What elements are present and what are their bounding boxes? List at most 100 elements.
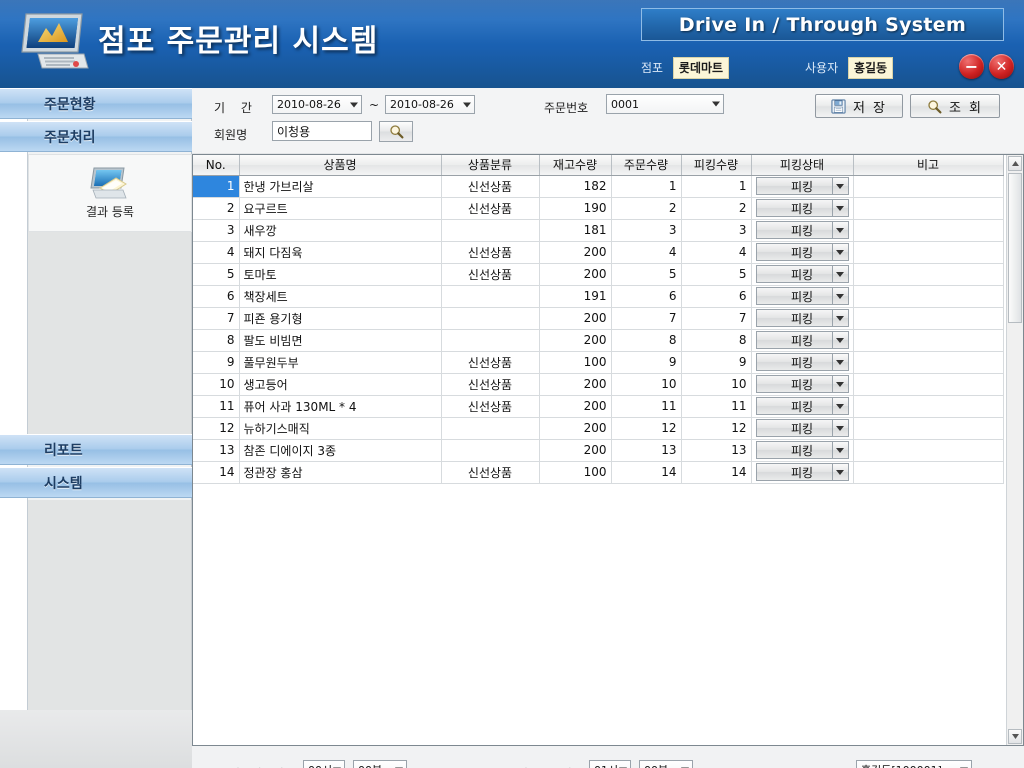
picking-state-combo[interactable]: 피킹 (755, 331, 849, 349)
picking-end-hour-combo[interactable]: 01시 (589, 760, 631, 768)
query-button[interactable]: 조 회 (910, 94, 1000, 118)
cell-category[interactable]: 신선상품 (441, 197, 540, 220)
cell-pick[interactable]: 5 (681, 263, 752, 286)
chevron-down-icon[interactable] (831, 222, 848, 238)
cell-stock[interactable]: 200 (539, 329, 612, 352)
cell-stock[interactable]: 182 (539, 175, 612, 198)
table-row[interactable]: 10 생고등어 신선상품 200 10 10 피킹 (193, 373, 1004, 396)
cell-order[interactable]: 13 (611, 439, 682, 462)
picking-state-combo[interactable]: 피킹 (755, 287, 849, 305)
cell-category[interactable]: 신선상품 (441, 241, 540, 264)
cell-memo[interactable] (853, 461, 1004, 484)
col-memo[interactable]: 비고 (853, 155, 1004, 176)
cell-category[interactable] (441, 219, 540, 242)
picking-state-combo[interactable]: 피킹 (755, 309, 849, 327)
cell-category[interactable]: 신선상품 (441, 351, 540, 374)
cell-pick[interactable]: 14 (681, 461, 752, 484)
cell-memo[interactable] (853, 439, 1004, 462)
table-row[interactable]: 11 퓨어 사과 130ML * 4 신선상품 200 11 11 피킹 (193, 395, 1004, 418)
sidebar-item-system[interactable]: 시스템 (0, 467, 192, 498)
cell-name[interactable]: 새우깡 (239, 219, 442, 242)
cell-category[interactable]: 신선상품 (441, 175, 540, 198)
member-search-button[interactable] (379, 121, 413, 142)
cell-stock[interactable]: 100 (539, 461, 612, 484)
cell-order[interactable]: 1 (611, 175, 682, 198)
cell-stock[interactable]: 181 (539, 219, 612, 242)
sidebar-item-result-register[interactable]: 결과 등록 (28, 154, 192, 232)
sidebar-item-order-status[interactable]: 주문현황 (0, 88, 192, 119)
cell-order[interactable]: 11 (611, 395, 682, 418)
cell-order[interactable]: 9 (611, 351, 682, 374)
picking-end-min-combo[interactable]: 00분 (639, 760, 693, 768)
chevron-down-icon[interactable] (831, 376, 848, 392)
picking-state-combo[interactable]: 피킹 (755, 265, 849, 283)
cell-order[interactable]: 10 (611, 373, 682, 396)
cell-no[interactable]: 1 (193, 175, 240, 198)
cell-order[interactable]: 8 (611, 329, 682, 352)
cell-pick[interactable]: 7 (681, 307, 752, 330)
cell-stock[interactable]: 200 (539, 373, 612, 396)
chevron-down-icon[interactable] (831, 398, 848, 414)
col-product-name[interactable]: 상품명 (239, 155, 442, 176)
picking-start-hour-combo[interactable]: 00시 (303, 760, 345, 768)
picking-state-combo[interactable]: 피킹 (755, 221, 849, 239)
picking-state-combo[interactable]: 피킹 (755, 397, 849, 415)
picking-state-combo[interactable]: 피킹 (755, 353, 849, 371)
cell-pick[interactable]: 11 (681, 395, 752, 418)
cell-stock[interactable]: 191 (539, 285, 612, 308)
picking-state-combo[interactable]: 피킹 (755, 419, 849, 437)
cell-name[interactable]: 토마토 (239, 263, 442, 286)
cell-order[interactable]: 4 (611, 241, 682, 264)
cell-pick[interactable]: 8 (681, 329, 752, 352)
table-row[interactable]: 13 참존 디에이지 3종 200 13 13 피킹 (193, 439, 1004, 462)
table-row[interactable]: 9 풀무원두부 신선상품 100 9 9 피킹 (193, 351, 1004, 374)
table-row[interactable]: 6 책장세트 191 6 6 피킹 (193, 285, 1004, 308)
cell-stock[interactable]: 200 (539, 307, 612, 330)
cell-memo[interactable] (853, 373, 1004, 396)
cell-pick[interactable]: 1 (681, 175, 752, 198)
grid-vertical-scrollbar[interactable] (1006, 155, 1023, 745)
cell-category[interactable] (441, 285, 540, 308)
cell-name[interactable]: 팔도 비빔면 (239, 329, 442, 352)
chevron-down-icon[interactable] (831, 420, 848, 436)
table-row[interactable]: 4 돼지 다짐육 신선상품 200 4 4 피킹 (193, 241, 1004, 264)
date-from-combo[interactable]: 2010-08-26 (272, 95, 362, 114)
cell-no[interactable]: 13 (193, 439, 240, 462)
cell-name[interactable]: 한냉 가브리살 (239, 175, 442, 198)
cell-pick[interactable]: 2 (681, 197, 752, 220)
cell-stock[interactable]: 100 (539, 351, 612, 374)
cell-pick[interactable]: 4 (681, 241, 752, 264)
cell-pick[interactable]: 10 (681, 373, 752, 396)
cell-category[interactable]: 신선상품 (441, 373, 540, 396)
chevron-down-icon[interactable] (831, 244, 848, 260)
cell-pick[interactable]: 3 (681, 219, 752, 242)
date-to-combo[interactable]: 2010-08-26 (385, 95, 475, 114)
chevron-down-icon[interactable] (831, 332, 848, 348)
cell-name[interactable]: 참존 디에이지 3종 (239, 439, 442, 462)
col-stock-qty[interactable]: 재고수량 (539, 155, 612, 176)
cell-category[interactable]: 신선상품 (441, 395, 540, 418)
cell-order[interactable]: 14 (611, 461, 682, 484)
cell-name[interactable]: 뉴하기스매직 (239, 417, 442, 440)
picking-start-min-combo[interactable]: 00분 (353, 760, 407, 768)
cell-memo[interactable] (853, 241, 1004, 264)
cell-no[interactable]: 14 (193, 461, 240, 484)
scroll-down-icon[interactable] (1008, 729, 1022, 744)
cell-category[interactable]: 신선상품 (441, 263, 540, 286)
col-picking-qty[interactable]: 피킹수량 (681, 155, 752, 176)
cell-memo[interactable] (853, 329, 1004, 352)
cell-memo[interactable] (853, 219, 1004, 242)
cell-memo[interactable] (853, 197, 1004, 220)
cell-category[interactable]: 신선상품 (441, 461, 540, 484)
cell-no[interactable]: 3 (193, 219, 240, 242)
save-button[interactable]: 저 장 (815, 94, 903, 118)
col-product-category[interactable]: 상품분류 (441, 155, 540, 176)
chevron-down-icon[interactable] (831, 266, 848, 282)
cell-memo[interactable] (853, 307, 1004, 330)
cell-pick[interactable]: 9 (681, 351, 752, 374)
cell-no[interactable]: 7 (193, 307, 240, 330)
picker-combo[interactable]: 홍길동[100001] (856, 760, 972, 768)
col-no[interactable]: No. (193, 155, 240, 176)
cell-order[interactable]: 6 (611, 285, 682, 308)
cell-order[interactable]: 2 (611, 197, 682, 220)
